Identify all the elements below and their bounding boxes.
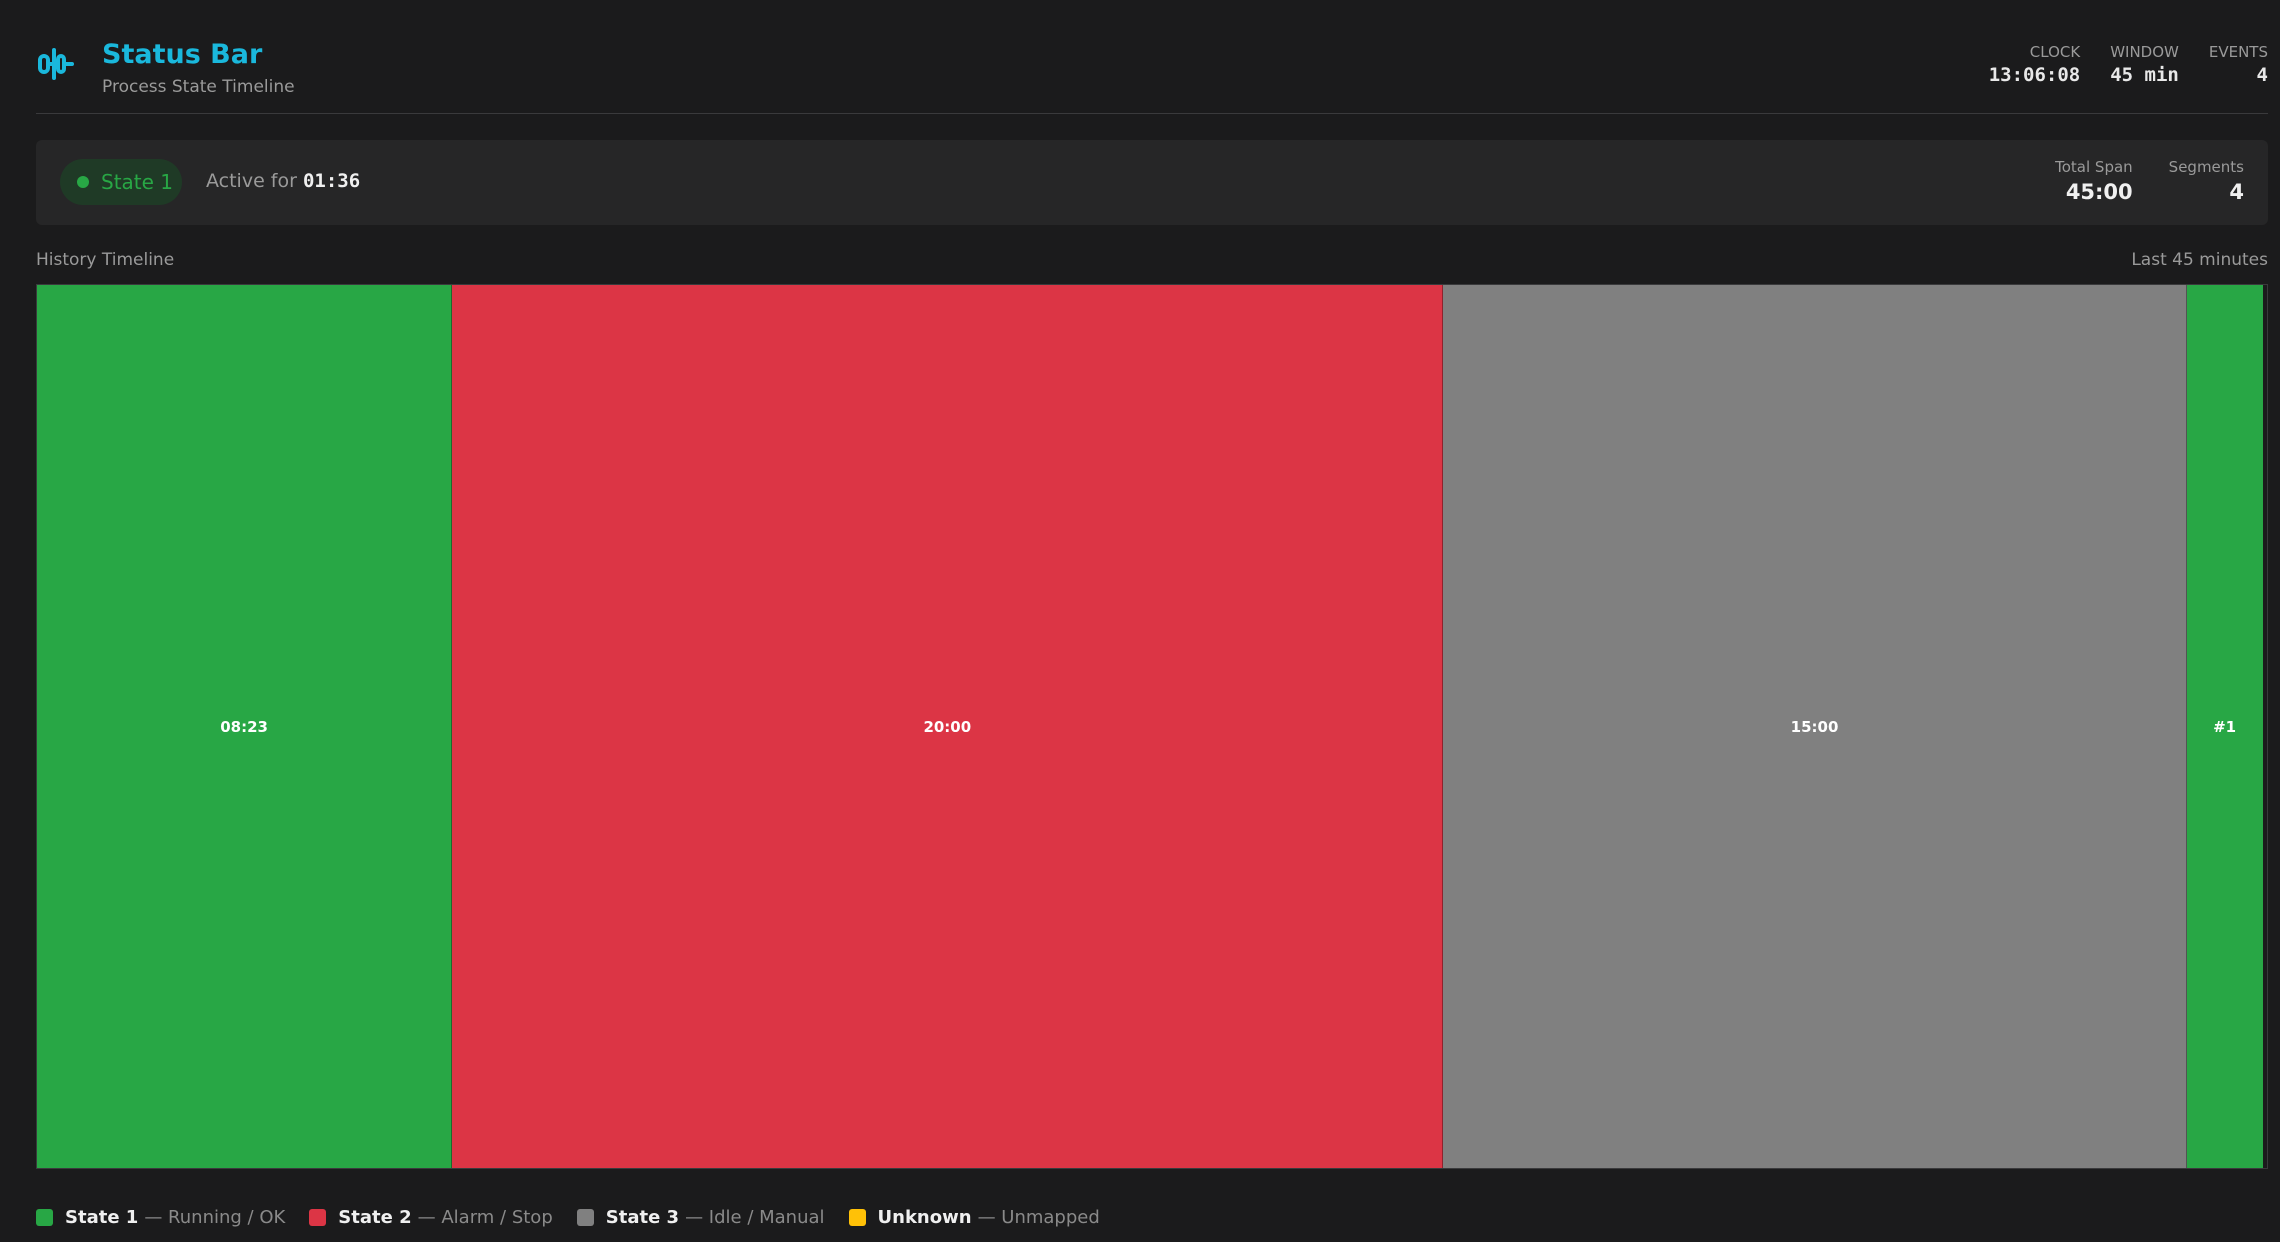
total-span-stat: Total Span 45:00 (2055, 158, 2133, 204)
current-state-badge: State 1 (60, 159, 182, 205)
events-stat: EVENTS 4 (2209, 43, 2268, 86)
app-header: Status Bar Process State Timeline CLOCK … (36, 30, 2268, 114)
clock-stat: CLOCK 13:06:08 (1989, 43, 2081, 86)
current-state-name: State 1 (101, 170, 174, 194)
legend-item: Unknown — Unmapped (848, 1207, 1100, 1228)
legend-state-name: State 2 (338, 1207, 412, 1228)
stat-label: WINDOW (2110, 43, 2179, 61)
history-timeline: 08:23 20:00 15:00 #1 (36, 284, 2268, 1169)
legend-state-name: State 3 (605, 1207, 680, 1228)
segment-duration-label: 15:00 (1790, 717, 1839, 736)
stat-label: EVENTS (2208, 43, 2268, 61)
timeline-title: History Timeline (36, 250, 175, 270)
legend-item: State 3— Idle / Manual (576, 1207, 825, 1228)
legend-swatch (576, 1209, 594, 1226)
legend-swatch (848, 1209, 866, 1226)
active-time: 01:36 (302, 170, 361, 192)
legend-swatch (309, 1209, 327, 1226)
segment-duration-label: 20:00 (923, 717, 972, 736)
legend-description: — Idle / Manual (685, 1207, 825, 1228)
legend-swatch (36, 1209, 53, 1226)
segment-duration-label: #1 (2213, 717, 2237, 736)
total-span-value: 45:00 (2065, 180, 2133, 204)
panel-stats: Total Span 45:00 Segments 4 (2019, 158, 2244, 204)
total-span-label: Total Span (2055, 158, 2133, 176)
timeline-segment[interactable]: 08:23 (37, 285, 453, 1168)
legend-state-name: Unknown (877, 1207, 972, 1228)
legend-state-name: State 1 (65, 1207, 139, 1228)
legend-item: State 2— Alarm / Stop (309, 1207, 553, 1228)
events-value: 4 (2256, 64, 2268, 86)
timeline-segment[interactable]: 20:00 (452, 285, 1444, 1168)
segments-value: 4 (2229, 180, 2244, 204)
timeline-segment[interactable]: #1 (2186, 285, 2263, 1168)
clock-value: 13:06:08 (1988, 64, 2081, 86)
legend-description: — Alarm / Stop (417, 1207, 553, 1228)
active-duration: Active for 01:36 (206, 170, 360, 192)
segments-stat: Segments 4 (2169, 158, 2244, 204)
app-subtitle: Process State Timeline (102, 77, 295, 97)
app-title: Status Bar (102, 39, 263, 70)
timeline-range: Last 45 minutes (2131, 250, 2268, 270)
active-prefix: Active for (206, 170, 297, 192)
timeline-segment[interactable]: 15:00 (1443, 285, 2187, 1168)
stat-label: CLOCK (2029, 43, 2081, 61)
window-stat: WINDOW 45 min (2110, 43, 2179, 86)
window-value: 45 min (2110, 64, 2179, 86)
current-state-panel: State 1 Active for 01:36 Total Span 45:0… (36, 140, 2268, 225)
legend-item: State 1— Running / OK (36, 1207, 285, 1228)
status-dot-icon (77, 176, 89, 188)
header-stats: CLOCK 13:06:08 WINDOW 45 min EVENTS 4 (1959, 43, 2268, 86)
legend-description: — Unmapped (977, 1207, 1100, 1228)
legend-description: — Running / OK (144, 1207, 286, 1228)
segments-label: Segments (2168, 158, 2244, 176)
state-legend: State 1— Running / OK State 2— Alarm / St… (36, 1207, 1124, 1228)
segment-duration-label: 08:23 (220, 717, 268, 736)
signal-pulse-icon (38, 48, 74, 80)
